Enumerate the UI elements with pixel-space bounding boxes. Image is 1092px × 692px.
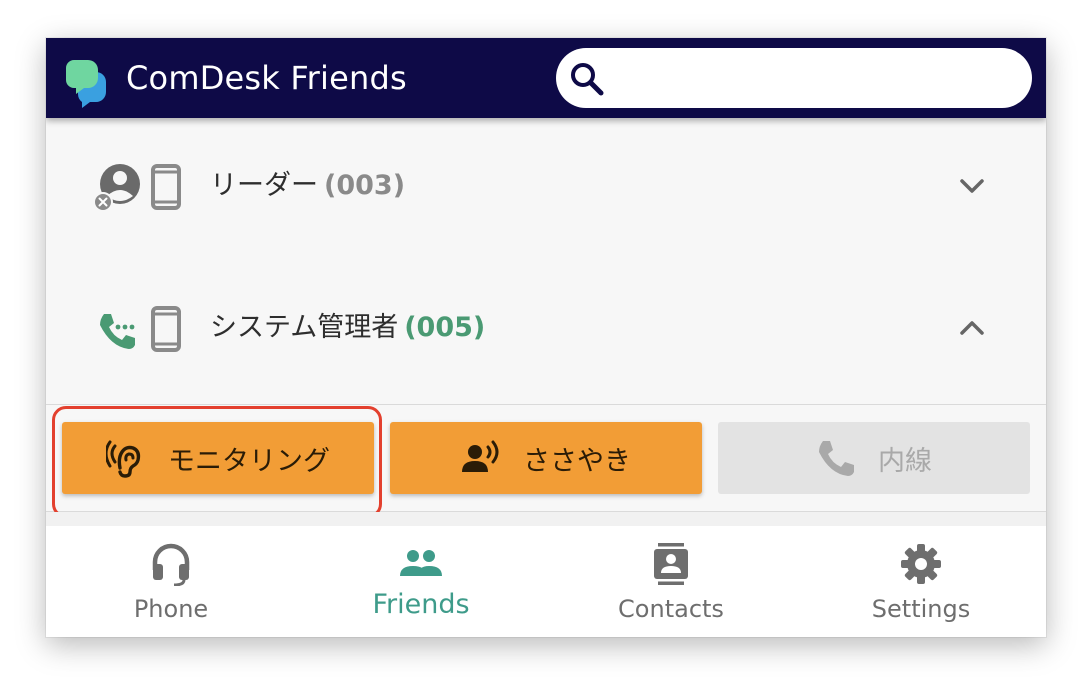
headset-icon (152, 543, 190, 586)
search-bar[interactable] (556, 48, 1032, 108)
app-window: ComDesk Friends リーダー (003) システム管理者 (005)… (46, 38, 1046, 637)
contact-card-icon (654, 543, 688, 585)
search-icon[interactable] (570, 62, 604, 96)
speaking-person-icon (462, 440, 499, 472)
nav-item-friends[interactable]: Friends (296, 526, 546, 637)
mobile-icon (151, 164, 181, 210)
contact-row[interactable]: リーダー (003) (46, 118, 1046, 261)
people-icon (400, 550, 442, 576)
mobile-icon (151, 306, 181, 352)
chevron-up-icon[interactable] (956, 312, 988, 344)
nav-item-contacts[interactable]: Contacts (546, 526, 796, 637)
bottom-nav: Phone Friends Contacts Settings (46, 526, 1046, 637)
call-actions: モニタリング ささやき 内線 (46, 405, 1046, 518)
whisper-label: ささやき (523, 445, 631, 477)
nav-label: Phone (133, 595, 209, 623)
whisper-button[interactable]: ささやき (390, 422, 702, 494)
user-offline-icon (94, 164, 140, 212)
app-title: ComDesk Friends (126, 59, 407, 97)
contact-name: システム管理者 (005) (210, 308, 485, 348)
extension-button[interactable]: 内線 (718, 422, 1030, 494)
contact-extension: (005) (404, 312, 486, 343)
nav-label: Contacts (618, 595, 724, 623)
contact-name-text: リーダー (210, 170, 318, 201)
app-header: ComDesk Friends (46, 38, 1046, 118)
contact-extension: (003) (324, 170, 406, 201)
phone-icon (819, 441, 854, 476)
content-divider (46, 512, 1046, 526)
contact-name: リーダー (003) (210, 166, 405, 206)
nav-label: Settings (871, 595, 971, 623)
ear-icon (106, 440, 141, 478)
app-logo (66, 60, 106, 108)
monitoring-button[interactable]: モニタリング (62, 422, 374, 494)
phone-calling-icon (100, 314, 135, 349)
nav-item-phone[interactable]: Phone (46, 526, 296, 637)
contact-row[interactable]: システム管理者 (005) (46, 260, 1046, 405)
nav-label: Friends (372, 589, 470, 620)
nav-item-settings[interactable]: Settings (796, 526, 1046, 637)
contact-name-text: システム管理者 (210, 312, 399, 343)
chevron-down-icon[interactable] (956, 170, 988, 202)
extension-label: 内線 (878, 445, 932, 477)
monitoring-label: モニタリング (168, 445, 330, 477)
search-input[interactable] (616, 58, 1010, 100)
gear-icon (901, 544, 941, 584)
